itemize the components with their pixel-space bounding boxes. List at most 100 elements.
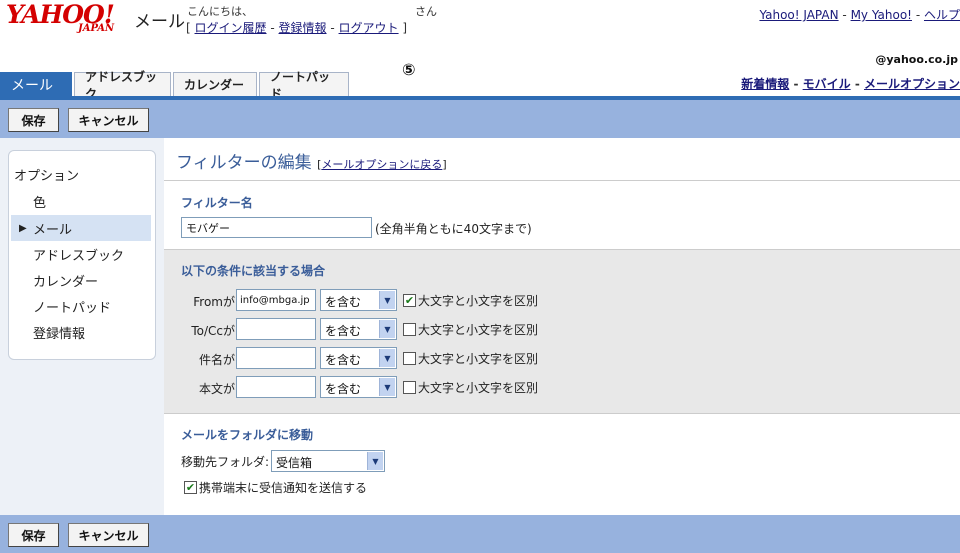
app-title: メール: [134, 12, 185, 32]
condition-label: To/Ccが: [191, 324, 235, 338]
account-links: [ ログイン履歴 - 登録情報 - ログアウト ]: [186, 19, 407, 36]
sidebar-item-calendar[interactable]: カレンダー: [33, 267, 173, 293]
condition-row-tocc: To/Ccが を含む ▼ 大文字と小文字を区別: [164, 318, 960, 342]
greeting-text: こんにちは、: [187, 5, 253, 18]
logo-sub: JAPAN: [78, 23, 115, 34]
bracket-close: ]: [442, 158, 447, 171]
case-sensitive-label: 大文字と小文字を区別: [418, 381, 539, 395]
cancel-button[interactable]: キャンセル: [68, 108, 149, 132]
mail-options-link[interactable]: メールオプション: [864, 77, 960, 91]
chevron-down-icon: ▼: [379, 378, 395, 396]
condition-label: Fromが: [193, 295, 235, 309]
save-button[interactable]: 保存: [8, 523, 59, 547]
tab-calendar[interactable]: カレンダー: [173, 72, 257, 96]
check-icon: ✔: [404, 294, 415, 307]
tab-addressbook[interactable]: アドレスブック: [74, 70, 171, 101]
conditions-label: 以下の条件に該当する場合: [181, 264, 326, 278]
filter-name-note: (全角半角ともに40文字まで): [375, 222, 532, 236]
sidebar-title: オプション: [14, 168, 80, 184]
bracket-open: [: [186, 21, 191, 35]
condition-label: 本文が: [198, 382, 235, 396]
destination-folder-select[interactable]: 受信箱 ▼: [271, 450, 385, 472]
body-case-checkbox[interactable]: [403, 381, 416, 394]
from-case-checkbox[interactable]: ✔: [403, 294, 416, 307]
tocc-input[interactable]: [236, 318, 316, 340]
separator: -: [842, 8, 847, 22]
tocc-case-checkbox[interactable]: [403, 323, 416, 336]
condition-row-subject: 件名が を含む ▼ 大文字と小文字を区別: [164, 347, 960, 371]
notify-label: 携帯端末に受信通知を送信する: [199, 481, 368, 495]
select-value: を含む: [325, 324, 362, 338]
condition-row-body: 本文が を含む ▼ 大文字と小文字を区別: [164, 376, 960, 400]
title-divider: [164, 180, 960, 181]
top-toolbar: 保存 キャンセル: [0, 100, 960, 138]
subject-input[interactable]: [236, 347, 316, 369]
registration-info-link[interactable]: 登録情報: [279, 21, 327, 35]
help-link[interactable]: ヘルプ: [924, 8, 960, 22]
body-operator-select[interactable]: を含む ▼: [320, 376, 397, 398]
cancel-button[interactable]: キャンセル: [68, 523, 149, 547]
logout-link[interactable]: ログアウト: [339, 21, 399, 35]
new-info-link[interactable]: 新着情報: [741, 77, 789, 91]
tocc-operator-select[interactable]: を含む ▼: [320, 318, 397, 340]
yahoo-logo[interactable]: YAHOO! JAPAN: [6, 0, 132, 40]
mobile-link[interactable]: モバイル: [803, 77, 851, 91]
tab-notepad[interactable]: ノートパッド: [259, 70, 349, 101]
step-marker: ⑤: [402, 60, 416, 79]
separator: -: [330, 21, 335, 35]
main-content: フィルターの編集 [メールオプションに戻る] フィルター名 (全角半角ともに40…: [164, 138, 960, 515]
subject-case-checkbox[interactable]: [403, 352, 416, 365]
page-title-text: フィルターの編集: [176, 153, 312, 173]
login-history-link[interactable]: ログイン履歴: [195, 21, 267, 35]
from-input[interactable]: [236, 289, 316, 311]
select-value: を含む: [325, 295, 362, 309]
bottom-toolbar: 保存 キャンセル: [0, 515, 960, 553]
yahoo-japan-link[interactable]: Yahoo! JAPAN: [759, 8, 838, 22]
sidebar-item-addressbook[interactable]: アドレスブック: [33, 241, 173, 267]
separator: -: [854, 77, 860, 91]
sidebar-item-label: メール: [33, 222, 73, 238]
sidebar-item-notepad[interactable]: ノートパッド: [33, 293, 173, 319]
bracket-close: ]: [402, 21, 408, 35]
case-sensitive-label: 大文字と小文字を区別: [418, 323, 539, 337]
honorific-text: さん: [415, 5, 437, 18]
chevron-down-icon: ▼: [379, 349, 395, 367]
condition-row-from: Fromが を含む ▼ ✔ 大文字と小文字を区別: [164, 289, 960, 313]
separator: -: [915, 8, 921, 22]
back-link-wrapper: [メールオプションに戻る]: [317, 158, 447, 171]
header: YAHOO! JAPAN メール こんにちは、 [ ログイン履歴 - 登録情報 …: [0, 0, 960, 70]
chevron-down-icon: ▼: [379, 291, 395, 309]
back-to-options-link[interactable]: メールオプションに戻る: [321, 158, 442, 171]
body-input[interactable]: [236, 376, 316, 398]
page-title: フィルターの編集 [メールオプションに戻る]: [176, 148, 447, 173]
tab-mail[interactable]: メール: [0, 72, 72, 96]
filter-name-input[interactable]: [181, 217, 372, 238]
options-sidebar: オプション 色 ▶ メール アドレスブック カレンダー ノートパッド 登録情報: [8, 150, 156, 360]
select-value: を含む: [325, 382, 362, 396]
separator: -: [270, 21, 275, 35]
select-value: 受信箱: [276, 456, 313, 470]
sidebar-item-mail[interactable]: ▶ メール: [11, 215, 151, 241]
case-sensitive-label: 大文字と小文字を区別: [418, 294, 539, 308]
save-button[interactable]: 保存: [8, 108, 59, 132]
select-value: を含む: [325, 353, 362, 367]
subject-operator-select[interactable]: を含む ▼: [320, 347, 397, 369]
chevron-down-icon: ▼: [367, 452, 383, 470]
from-operator-select[interactable]: を含む ▼: [320, 289, 397, 311]
check-icon: ✔: [185, 481, 196, 494]
separator: -: [793, 77, 799, 91]
case-sensitive-label: 大文字と小文字を区別: [418, 352, 539, 366]
email-address: @yahoo.co.jp: [875, 53, 958, 66]
filter-name-label: フィルター名: [181, 196, 253, 210]
sidebar-item-color[interactable]: 色: [33, 188, 173, 214]
triangle-right-icon: ▶: [19, 222, 27, 234]
sub-links: 新着情報 - モバイル - メールオプション: [741, 75, 960, 92]
destination-folder-label: 移動先フォルダ:: [181, 455, 270, 469]
move-to-folder-label: メールをフォルダに移動: [181, 428, 314, 442]
chevron-down-icon: ▼: [379, 320, 395, 338]
sidebar-item-registration[interactable]: 登録情報: [33, 319, 173, 345]
top-links: Yahoo! JAPAN - My Yahoo! - ヘルプ: [759, 6, 960, 23]
my-yahoo-link[interactable]: My Yahoo!: [851, 8, 912, 22]
notify-checkbox[interactable]: ✔: [184, 481, 197, 494]
conditions-section: 以下の条件に該当する場合 Fromが を含む ▼ ✔ 大文字と小文字を区別 To…: [164, 249, 960, 414]
